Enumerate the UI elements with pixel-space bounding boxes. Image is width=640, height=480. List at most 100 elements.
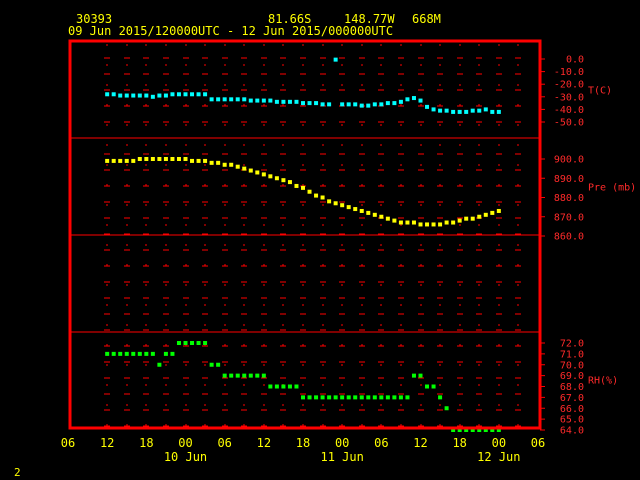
pressure-point	[392, 218, 397, 223]
pressure-point	[483, 212, 488, 217]
temperature-point	[333, 57, 338, 62]
y-tick-label: -10.0	[554, 67, 584, 78]
pressure-point	[470, 216, 475, 221]
pressure-point	[353, 207, 358, 212]
relative_humidity-point	[170, 351, 175, 356]
pressure-point	[451, 220, 456, 225]
pressure-point	[385, 216, 390, 221]
relative_humidity-point	[203, 341, 208, 345]
temperature-point	[431, 107, 436, 112]
temperature-point	[385, 101, 390, 106]
relative_humidity-point	[287, 384, 292, 389]
y-axis-title: T(C)	[588, 86, 612, 97]
temperature-point	[405, 97, 410, 102]
temperature-point	[287, 99, 292, 104]
y-tick-label: -30.0	[554, 92, 584, 103]
temperature-point	[366, 103, 371, 108]
relative_humidity-point	[150, 351, 155, 356]
temperature-point	[216, 97, 221, 102]
relative_humidity-point	[242, 373, 247, 378]
temperature-point	[235, 97, 240, 102]
relative_humidity-point	[268, 384, 273, 389]
relative_humidity-point	[176, 341, 181, 345]
temperature-point	[176, 92, 181, 97]
pressure-point	[340, 203, 345, 208]
relative_humidity-point	[157, 362, 162, 367]
pressure-point	[320, 195, 325, 200]
temperature-point	[301, 101, 305, 106]
relative_humidity-point	[248, 373, 253, 378]
pressure-point	[157, 157, 162, 161]
pressure-point	[261, 172, 266, 177]
relative_humidity-point	[118, 351, 123, 356]
pressure-point	[438, 222, 443, 227]
temperature-point	[242, 97, 247, 102]
x-tick-label: 06	[217, 436, 231, 450]
pressure-point	[477, 214, 482, 219]
relative_humidity-point	[392, 395, 397, 400]
pressure-point	[176, 157, 181, 161]
relative_humidity-point	[229, 373, 234, 378]
y-tick-label: 65.0	[560, 415, 584, 426]
pressure-point	[359, 208, 364, 213]
y-tick-label: 69.0	[560, 371, 584, 382]
temperature-point	[444, 108, 449, 113]
relative_humidity-point	[405, 395, 410, 400]
relative_humidity-point	[183, 341, 188, 345]
temperature-point	[451, 109, 456, 114]
relative_humidity-point	[111, 351, 116, 356]
relative_humidity-point	[301, 395, 305, 400]
pressure-point	[248, 168, 253, 173]
y-tick-label: -50.0	[554, 118, 584, 129]
pressure-point	[209, 160, 214, 165]
temperature-point	[163, 93, 168, 98]
y-tick-label: 70.0	[560, 360, 584, 371]
relative_humidity-point	[333, 395, 338, 400]
pressure-point	[372, 212, 377, 217]
relative_humidity-point	[411, 373, 416, 378]
relative_humidity-point	[281, 384, 286, 389]
x-tick-label: 00	[335, 436, 349, 450]
temperature-point	[248, 98, 253, 103]
x-tick-label: 18	[452, 436, 466, 450]
temperature-point	[438, 108, 443, 113]
pressure-point	[203, 158, 208, 163]
pressure-point	[314, 193, 319, 198]
temperature-point	[307, 101, 312, 106]
pressure-point	[150, 157, 155, 161]
relative_humidity-point	[340, 395, 345, 400]
pressure-point	[444, 220, 449, 225]
pressure-point	[294, 183, 299, 188]
pressure-point	[196, 158, 201, 163]
relative_humidity-point	[294, 384, 299, 389]
y-tick-label: 66.0	[560, 404, 584, 415]
y-tick-label: 71.0	[560, 349, 584, 360]
temperature-point	[353, 102, 358, 107]
axis-labels-layer: 0.0-10.0 -20.0-30.0 -40.0 -50.0 T(C) 900.0 890…	[61, 55, 636, 465]
temperature-point	[118, 93, 123, 98]
relative_humidity-point	[255, 373, 260, 378]
x-day-label: 10 Jun	[164, 450, 207, 464]
y-axis-title: RH(%)	[588, 376, 618, 387]
pressure-point	[327, 199, 332, 204]
pressure-point	[242, 166, 247, 171]
temperature-point	[150, 94, 155, 99]
temperature-point	[464, 109, 469, 114]
temperature-point	[496, 109, 501, 114]
pressure-point	[301, 185, 305, 190]
temperature-point	[320, 102, 325, 107]
y-axis-title: Pre (mb)	[588, 183, 636, 194]
relative_humidity-point	[366, 395, 371, 400]
meteogram-chart: 0.0-10.0 -20.0-30.0 -40.0 -50.0 T(C) 900.0 890…	[61, 39, 636, 465]
pressure-point	[379, 214, 384, 219]
relative_humidity-point	[163, 351, 168, 356]
y-tick-label: 64.0	[560, 426, 584, 437]
temperature-point	[111, 92, 116, 97]
pressure-point	[425, 222, 430, 227]
pressure-point	[216, 160, 221, 165]
temperature-point	[222, 97, 227, 102]
relative_humidity-point	[398, 395, 403, 400]
temperature-point	[144, 93, 149, 98]
relative_humidity-point	[131, 351, 136, 356]
relative_humidity-point	[105, 351, 110, 356]
